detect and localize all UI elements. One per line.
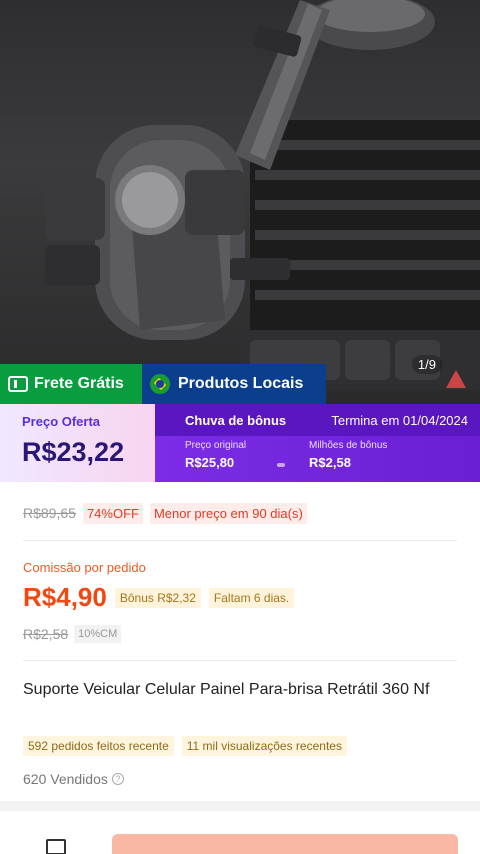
product-details: R$89,65 74%OFF Menor preço em 90 dia(s) … (0, 482, 480, 787)
old-price: R$89,65 (23, 505, 76, 521)
original-price-label: Preço original (185, 440, 247, 451)
phone-holder-illustration (45, 0, 480, 390)
bonus-block[interactable]: Chuva de bônus Termina em 01/04/2024 Pre… (155, 404, 480, 482)
original-price-col: Preço original R$25,80 (185, 440, 309, 470)
ends-on-label: Termina em 01/04/2024 (331, 412, 468, 428)
product-title: Suporte Veicular Celular Painel Para-bri… (23, 681, 430, 698)
badges-row: Frete Grátis Produtos Locais (0, 364, 326, 404)
orders-recent-tag: 592 pedidos feitos recente (23, 736, 174, 756)
free-shipping-badge: Frete Grátis (0, 364, 142, 404)
bonus-columns: Preço original R$25,80 Milhões de bônus … (155, 436, 480, 470)
image-counter: 1/9 (411, 355, 442, 374)
commission-value: R$4,90 (23, 582, 107, 612)
divider (23, 540, 457, 541)
bonus-label: Milhões de bônus (309, 440, 388, 451)
old-commission: R$2,58 (23, 626, 69, 642)
product-page: 1/9 Frete Grátis Produtos Locais Preço O… (0, 0, 480, 854)
bonus-value: R$2,58 (309, 455, 351, 470)
local-products-badge: Produtos Locais (142, 364, 326, 404)
offer-price-block: Preço Oferta R$23,22 (0, 404, 155, 482)
divider (23, 660, 457, 661)
discount-tag: 74%OFF (82, 502, 143, 524)
original-price-value: R$25,80 (185, 455, 235, 470)
views-recent-tag: 11 mil visualizações recentes (181, 736, 347, 756)
old-commission-row: R$2,58 10%CM (23, 625, 122, 643)
lowest-price-tag: Menor preço em 90 dia(s) (149, 502, 307, 524)
days-left-tag: Faltam 6 dias. (208, 587, 295, 608)
commission-rate-tag: 10%CM (74, 625, 122, 643)
bonus-tag: Bônus R$2,32 (114, 587, 201, 608)
old-price-row: R$89,65 74%OFF Menor preço em 90 dia(s) (0, 482, 480, 524)
sold-label: 620 Vendidos (23, 771, 108, 787)
brazil-flag-icon (150, 374, 170, 394)
sold-count: 620 Vendidos ? (23, 771, 124, 787)
local-products-label: Produtos Locais (178, 375, 304, 392)
bonus-header: Chuva de bônus Termina em 01/04/2024 (155, 404, 480, 436)
help-icon[interactable]: ? (111, 773, 124, 785)
primary-action-button[interactable] (112, 834, 458, 854)
stats-row: 592 pedidos feitos recente 11 mil visual… (23, 736, 355, 756)
separator-dot (277, 463, 285, 467)
commission-row: R$4,90 Bônus R$2,32 Faltam 6 dias. (23, 582, 295, 613)
price-banner: Preço Oferta R$23,22 Chuva de bônus Term… (0, 404, 480, 482)
section-gap (0, 801, 480, 811)
offer-label: Preço Oferta (22, 414, 101, 429)
bonus-col: Milhões de bônus R$2,58 (309, 440, 433, 470)
commission-label: Comissão por pedido (23, 560, 146, 575)
bottom-action-bar (0, 811, 480, 854)
free-shipping-label: Frete Grátis (34, 375, 124, 392)
truck-icon (8, 376, 28, 392)
offer-price: R$23,22 (22, 437, 125, 467)
bonus-rain-label: Chuva de bônus (185, 412, 287, 428)
shop-icon[interactable] (46, 839, 66, 854)
product-image[interactable]: 1/9 (0, 0, 480, 404)
